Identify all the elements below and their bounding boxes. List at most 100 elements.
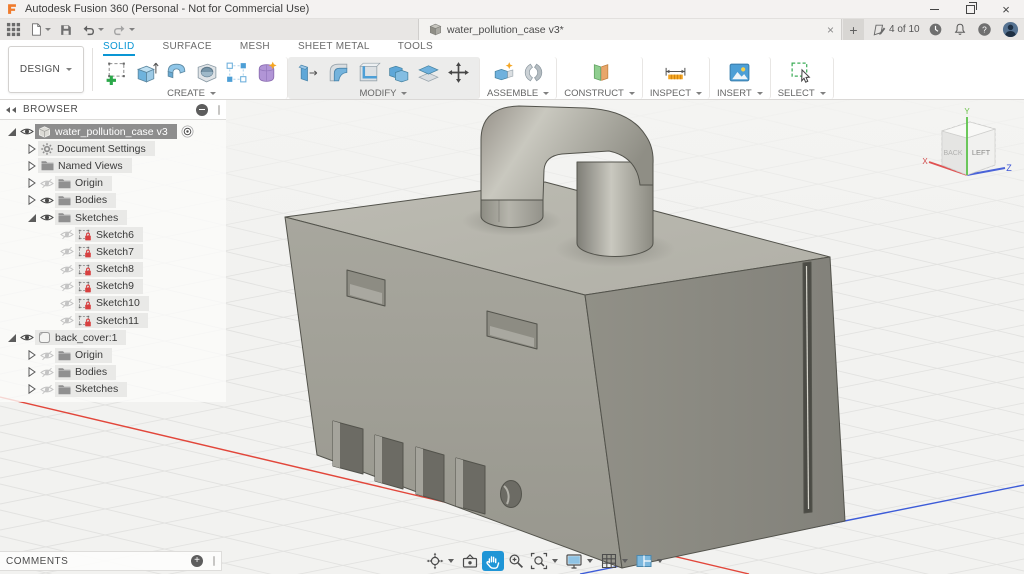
tree-item[interactable]: Origin xyxy=(55,348,112,363)
restore-button[interactable] xyxy=(952,0,988,18)
tree-collapsed-arrow-icon[interactable] xyxy=(25,160,38,172)
ribbon-tab-mesh[interactable]: MESH xyxy=(240,41,270,56)
measure-icon[interactable] xyxy=(662,59,689,86)
visibility-eye-icon[interactable] xyxy=(58,315,75,327)
create-form-icon[interactable] xyxy=(253,59,280,86)
tree-row-back-cover-1[interactable]: back_cover:1 xyxy=(0,329,226,346)
display-settings-dropdown-caret[interactable] xyxy=(587,559,593,563)
ribbon-group-label[interactable]: SELECT xyxy=(778,88,826,99)
tree-item[interactable]: Sketch6 xyxy=(75,227,143,242)
move-copy-icon[interactable] xyxy=(445,59,472,86)
visibility-eye-icon[interactable] xyxy=(58,246,75,258)
visibility-eye-icon[interactable] xyxy=(18,332,35,344)
tree-item[interactable]: Sketch7 xyxy=(75,244,143,259)
tree-expanded-arrow-icon[interactable] xyxy=(5,126,18,138)
ribbon-group-label[interactable]: ASSEMBLE xyxy=(487,88,549,99)
tree-item[interactable]: Document Settings xyxy=(38,141,155,156)
ribbon-tab-tools[interactable]: TOOLS xyxy=(398,41,433,56)
tree-item[interactable]: Sketches xyxy=(55,382,127,397)
ribbon-group-label[interactable]: INSPECT xyxy=(650,88,702,99)
tree-item[interactable]: Origin xyxy=(55,176,112,191)
fit-dropdown-caret[interactable] xyxy=(552,559,558,563)
tree-expanded-arrow-icon[interactable] xyxy=(5,332,18,344)
undo-icon[interactable] xyxy=(77,20,108,39)
tree-row-sketch11[interactable]: Sketch11 xyxy=(0,312,226,329)
tree-collapsed-arrow-icon[interactable] xyxy=(25,143,38,155)
collapse-panel-icon[interactable] xyxy=(6,107,17,113)
orbit-button[interactable] xyxy=(424,551,446,571)
ribbon-group-label[interactable]: MODIFY xyxy=(360,88,408,99)
ribbon-group-label[interactable]: CREATE xyxy=(167,88,216,99)
view-cube[interactable]: BACK LEFT Y X Z xyxy=(920,105,1012,189)
tree-row-sketch6[interactable]: Sketch6 xyxy=(0,226,226,243)
tree-collapsed-arrow-icon[interactable] xyxy=(25,383,38,395)
display-settings-button[interactable] xyxy=(563,551,585,571)
tree-row-bodies[interactable]: Bodies xyxy=(0,364,226,381)
workspace-selector[interactable]: DESIGN xyxy=(8,46,84,93)
visibility-eye-icon[interactable] xyxy=(58,280,75,292)
pan-button[interactable] xyxy=(482,551,504,571)
grid-layout-dropdown-caret[interactable] xyxy=(622,559,628,563)
tree-item[interactable]: Sketch9 xyxy=(75,279,143,294)
visibility-eye-icon[interactable] xyxy=(38,366,55,378)
minimize-button[interactable] xyxy=(916,0,952,18)
redo-icon[interactable] xyxy=(108,20,139,39)
grid-layout-button[interactable] xyxy=(598,551,620,571)
tree-row-origin[interactable]: Origin xyxy=(0,346,226,363)
tree-collapsed-arrow-icon[interactable] xyxy=(25,177,38,189)
browser-header[interactable]: BROWSER xyxy=(0,100,226,120)
tree-expanded-arrow-icon[interactable] xyxy=(25,212,38,224)
tree-item[interactable]: Named Views xyxy=(38,158,132,173)
ribbon-tab-sheet-metal[interactable]: SHEET METAL xyxy=(298,41,370,56)
visibility-eye-icon[interactable] xyxy=(58,229,75,241)
close-window-button[interactable]: × xyxy=(988,0,1024,18)
tree-collapsed-arrow-icon[interactable] xyxy=(25,366,38,378)
viewports-button[interactable] xyxy=(633,551,655,571)
visibility-eye-icon[interactable] xyxy=(38,349,55,361)
visibility-eye-icon[interactable] xyxy=(38,212,55,224)
browser-minimize-icon[interactable] xyxy=(196,104,208,116)
tree-item[interactable]: Sketch11 xyxy=(75,313,148,328)
construction-plane-icon[interactable] xyxy=(586,59,613,86)
comments-resize-grip[interactable] xyxy=(213,556,215,566)
user-avatar[interactable] xyxy=(1002,21,1019,38)
notifications-bell-icon[interactable] xyxy=(953,22,967,37)
viewports-dropdown-caret[interactable] xyxy=(657,559,663,563)
tree-item[interactable]: back_cover:1 xyxy=(35,330,126,345)
visibility-eye-icon[interactable] xyxy=(38,194,55,206)
model-viewport[interactable]: BROWSER water_pollution_case v3 Document … xyxy=(0,100,1024,574)
circular-hole[interactable] xyxy=(501,481,522,508)
help-icon[interactable]: ? xyxy=(977,22,992,37)
offset-face-icon[interactable] xyxy=(415,59,442,86)
tree-row-sketch10[interactable]: Sketch10 xyxy=(0,295,226,312)
job-status-clock-icon[interactable] xyxy=(928,22,943,37)
insert-canvas-icon[interactable] xyxy=(726,59,753,86)
fillet-icon[interactable] xyxy=(325,59,352,86)
rectangular-pattern-icon[interactable] xyxy=(223,59,250,86)
extrude-icon[interactable] xyxy=(133,59,160,86)
tree-item[interactable]: Sketches xyxy=(55,210,127,225)
joint-icon[interactable] xyxy=(520,59,547,86)
app-grid-icon[interactable] xyxy=(2,20,25,39)
revolve-icon[interactable] xyxy=(163,59,190,86)
tree-row-sketch9[interactable]: Sketch9 xyxy=(0,278,226,295)
tree-item[interactable]: Sketch8 xyxy=(75,262,143,277)
hole-icon[interactable] xyxy=(193,59,220,86)
visibility-eye-icon[interactable] xyxy=(18,126,35,138)
tree-row-document-settings[interactable]: Document Settings xyxy=(0,140,226,157)
document-tab[interactable]: water_pollution_case v3* × xyxy=(418,19,842,40)
ribbon-tab-surface[interactable]: SURFACE xyxy=(163,41,212,56)
press-pull-icon[interactable] xyxy=(295,59,322,86)
tree-row-origin[interactable]: Origin xyxy=(0,175,226,192)
ribbon-group-label[interactable]: INSERT xyxy=(717,88,763,99)
panel-resize-grip[interactable] xyxy=(218,105,220,115)
shell-icon[interactable] xyxy=(355,59,382,86)
tree-row-bodies[interactable]: Bodies xyxy=(0,192,226,209)
tree-item[interactable]: water_pollution_case v3 xyxy=(35,124,177,139)
select-icon[interactable] xyxy=(788,59,815,86)
tree-row-sketches[interactable]: Sketches xyxy=(0,209,226,226)
create-sketch-icon[interactable] xyxy=(103,59,130,86)
combine-icon[interactable] xyxy=(385,59,412,86)
file-menu-icon[interactable] xyxy=(25,20,55,39)
activate-component-icon[interactable] xyxy=(181,125,194,138)
